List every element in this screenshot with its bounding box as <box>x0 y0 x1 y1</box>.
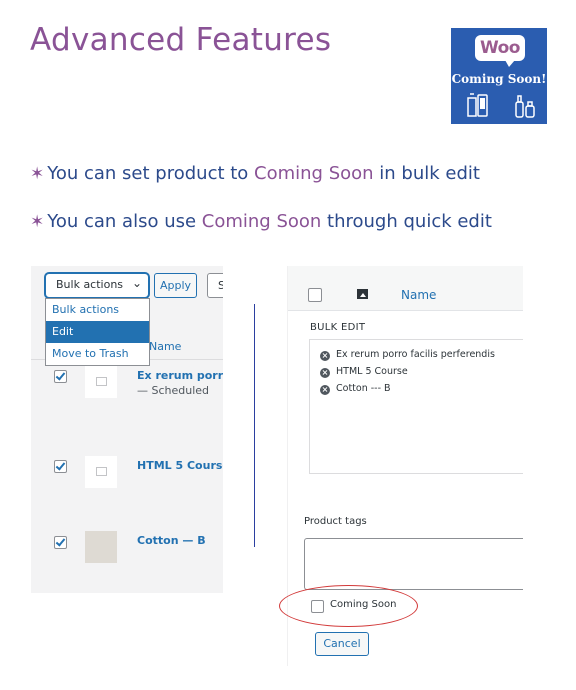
product-title-link[interactable]: Ex rerum porro fa <box>137 369 223 382</box>
feature-text: You can also use <box>47 211 202 232</box>
bulk-actions-select[interactable]: Bulk actions ⌄ <box>45 273 149 298</box>
bulk-title: HTML 5 Course <box>336 366 408 377</box>
feature-quick-edit: ✶ You can also use Coming Soon through qu… <box>30 211 492 232</box>
woo-logo: Woo <box>475 35 525 67</box>
table-header: Name <box>288 266 523 311</box>
woo-logo-text: Woo <box>479 38 521 58</box>
bulk-actions-dropdown: Bulk actions Edit Move to Trash <box>45 298 150 366</box>
option-edit[interactable]: Edit <box>46 321 149 343</box>
feature-highlight: Coming Soon <box>201 211 322 232</box>
product-status: — Scheduled <box>137 384 210 397</box>
divider <box>254 304 255 547</box>
search-button[interactable]: S <box>207 273 223 298</box>
bulk-edit-heading: BULK EDIT <box>310 322 366 333</box>
remove-icon[interactable]: × <box>320 385 330 395</box>
name-column-header[interactable]: Name <box>401 288 436 302</box>
woo-coming-soon-badge: Woo Coming Soon! <box>451 28 547 124</box>
row-checkbox[interactable] <box>54 460 67 473</box>
feature-text: through quick edit <box>321 211 492 232</box>
list-item: × Ex rerum porro facilis perferendis <box>320 349 495 361</box>
cancel-button[interactable]: Cancel <box>315 632 369 656</box>
product-thumbnail <box>85 456 117 488</box>
select-all-checkbox[interactable] <box>308 288 322 302</box>
bottles-icon <box>515 95 535 118</box>
chevron-down-icon: ⌄ <box>131 276 142 290</box>
highlight-ring <box>279 585 418 627</box>
image-placeholder-icon <box>96 467 107 476</box>
bulk-actions-screenshot: Bulk actions ⌄ Apply S Name Bulk actions… <box>31 266 223 593</box>
product-title-link[interactable]: Cotton — B <box>137 534 206 547</box>
feature-highlight: Coming Soon <box>254 163 374 184</box>
star-icon: ✶ <box>30 164 45 184</box>
phone-products-icon <box>467 93 488 117</box>
star-icon: ✶ <box>30 212 45 232</box>
bulk-actions-value: Bulk actions <box>56 278 124 291</box>
bulk-titles-list: × Ex rerum porro facilis perferendis × HTM… <box>309 339 523 474</box>
image-icon <box>357 289 368 299</box>
product-thumbnail <box>85 366 117 398</box>
image-placeholder-icon <box>96 377 107 386</box>
row-checkbox[interactable] <box>54 370 67 383</box>
product-tags-input[interactable] <box>304 538 523 590</box>
product-thumbnail <box>85 531 117 563</box>
page-title: Advanced Features <box>30 22 332 58</box>
product-title-link[interactable]: HTML 5 Course <box>137 459 223 472</box>
bulk-title: Ex rerum porro facilis perferendis <box>336 349 495 360</box>
list-item: × Cotton --- B <box>320 383 391 395</box>
list-item: × HTML 5 Course <box>320 366 408 378</box>
option-bulk-actions[interactable]: Bulk actions <box>46 299 149 321</box>
bulk-title: Cotton --- B <box>336 383 391 394</box>
badge-caption: Coming Soon! <box>451 72 547 86</box>
remove-icon[interactable]: × <box>320 351 330 361</box>
name-column-header[interactable]: Name <box>149 340 181 353</box>
product-tags-label: Product tags <box>304 516 367 527</box>
option-move-to-trash[interactable]: Move to Trash <box>46 343 149 365</box>
feature-text: You can set product to <box>47 163 255 184</box>
row-checkbox[interactable] <box>54 536 67 549</box>
remove-icon[interactable]: × <box>320 368 330 378</box>
feature-text: in bulk edit <box>373 163 480 184</box>
apply-button[interactable]: Apply <box>154 273 197 298</box>
feature-bulk-edit: ✶ You can set product to Coming Soon in b… <box>30 163 480 184</box>
